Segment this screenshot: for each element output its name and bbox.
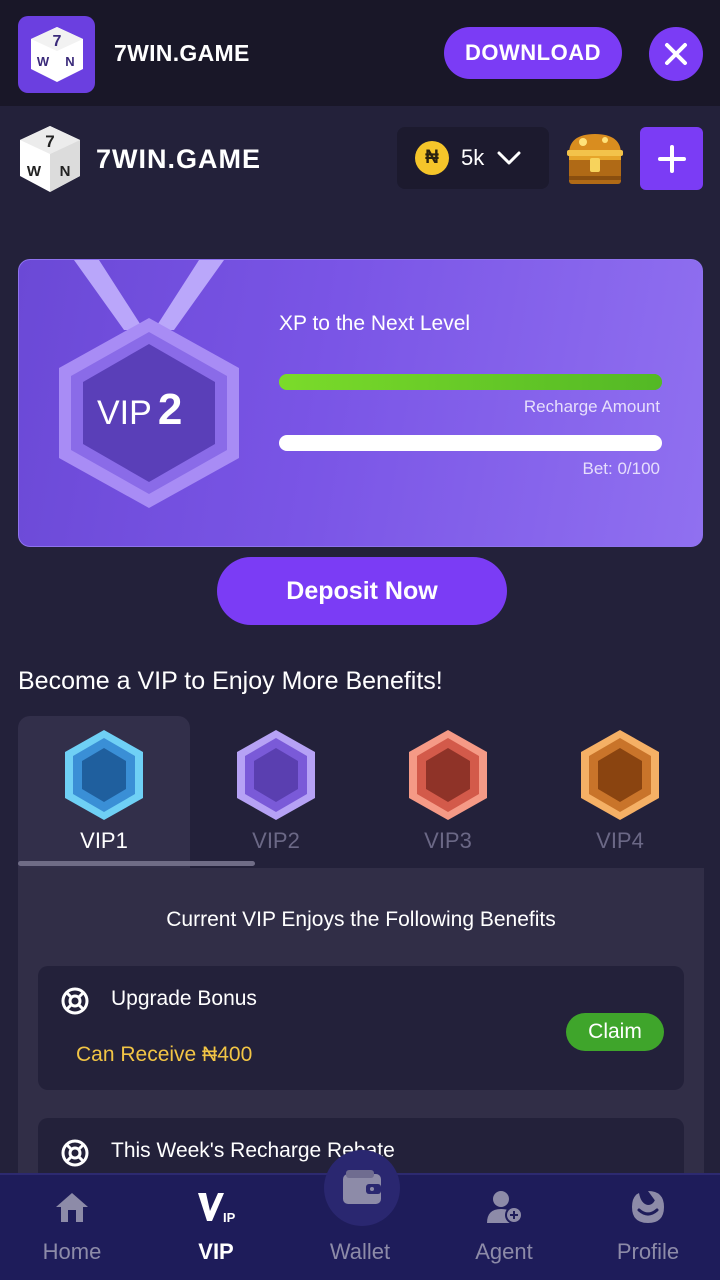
claim-button[interactable]: Claim (566, 1013, 664, 1051)
vip-icon: IP (196, 1187, 236, 1227)
nav-home[interactable]: Home (0, 1175, 144, 1280)
recharge-progress-fill (279, 374, 662, 390)
vip-badge-label: VIP 2 (97, 385, 182, 435)
lifebuoy-icon (61, 1139, 89, 1167)
benefit-amount: Can Receive ₦400 (76, 1043, 253, 1066)
tab-vip1[interactable]: VIP1 (18, 716, 190, 868)
benefits-panel: Current VIP Enjoys the Following Benefit… (18, 868, 704, 1242)
nav-label: Home (42, 1239, 102, 1264)
chevron-down-icon (497, 151, 521, 165)
treasure-chest-icon[interactable] (563, 128, 627, 190)
lifebuoy-icon (61, 987, 89, 1015)
vip-level-number: 2 (157, 385, 183, 434)
wallet-icon (343, 1170, 381, 1204)
tab-label: VIP2 (252, 828, 300, 853)
home-icon (52, 1187, 92, 1227)
app-name: 7WIN.GAME (114, 40, 250, 66)
download-banner: 7 W N 7WIN.GAME DOWNLOAD (0, 0, 720, 106)
vip-tabs: VIP1 VIP2 VIP3 VIP4 (18, 716, 704, 868)
add-funds-button[interactable] (640, 127, 703, 190)
svg-text:W: W (27, 163, 42, 180)
svg-text:N: N (65, 54, 74, 69)
bet-label: Bet: 0/100 (582, 459, 660, 478)
top-header: 7 W N 7WIN.GAME ₦ 5k (0, 106, 720, 212)
benefit-item-upgrade-bonus: Upgrade Bonus Can Receive ₦400 Claim (38, 966, 684, 1090)
tab-label: VIP4 (596, 828, 644, 853)
balance-selector[interactable]: ₦ 5k (397, 127, 549, 189)
svg-text:N: N (60, 163, 71, 180)
benefits-heading: Become a VIP to Enjoy More Benefits! (18, 667, 443, 695)
download-button[interactable]: DOWNLOAD (444, 27, 622, 79)
tab-label: VIP1 (80, 828, 128, 853)
xp-title: XP to the Next Level (279, 312, 471, 335)
recharge-progress-bar (279, 374, 662, 390)
vip2-gem-icon (237, 730, 315, 820)
nav-profile[interactable]: Profile (576, 1175, 720, 1280)
tab-label: VIP3 (424, 828, 472, 853)
profile-icon (628, 1187, 668, 1227)
tab-scroll-indicator (18, 861, 255, 866)
deposit-now-button[interactable]: Deposit Now (217, 557, 507, 625)
svg-text:IP: IP (223, 1210, 236, 1225)
tab-vip2[interactable]: VIP2 (190, 716, 362, 868)
plus-icon (657, 144, 686, 173)
close-icon (665, 43, 687, 65)
nav-vip[interactable]: IP VIP (144, 1175, 288, 1280)
bet-progress-bar (279, 435, 662, 451)
app-logo: 7 W N (18, 16, 95, 93)
vip-level-card: VIP 2 XP to the Next Level Recharge Amou… (18, 259, 703, 547)
agent-icon (484, 1187, 524, 1227)
svg-text:W: W (36, 54, 49, 69)
nav-label: Profile (616, 1239, 680, 1264)
svg-text:7: 7 (52, 33, 61, 50)
coin-icon: ₦ (415, 141, 449, 175)
svg-text:7: 7 (45, 132, 54, 151)
vip1-gem-icon (65, 730, 143, 820)
vip3-gem-icon (409, 730, 487, 820)
nav-label: Wallet (329, 1239, 391, 1264)
tab-vip4[interactable]: VIP4 (534, 716, 706, 868)
close-banner-button[interactable] (649, 27, 703, 81)
brand-name: 7WIN.GAME (96, 144, 262, 174)
benefit-name: Upgrade Bonus (111, 987, 257, 1010)
brand-logo: 7 W N (17, 124, 83, 194)
recharge-label: Recharge Amount (523, 397, 660, 416)
nav-label: Agent (475, 1239, 533, 1264)
vip4-gem-icon (581, 730, 659, 820)
wallet-button[interactable] (324, 1150, 400, 1226)
nav-label: VIP (198, 1239, 234, 1264)
balance-value: 5k (461, 145, 485, 170)
panel-title: Current VIP Enjoys the Following Benefit… (166, 908, 556, 931)
tab-vip3[interactable]: VIP3 (362, 716, 534, 868)
nav-agent[interactable]: Agent (432, 1175, 576, 1280)
vip-prefix: VIP (97, 394, 152, 432)
